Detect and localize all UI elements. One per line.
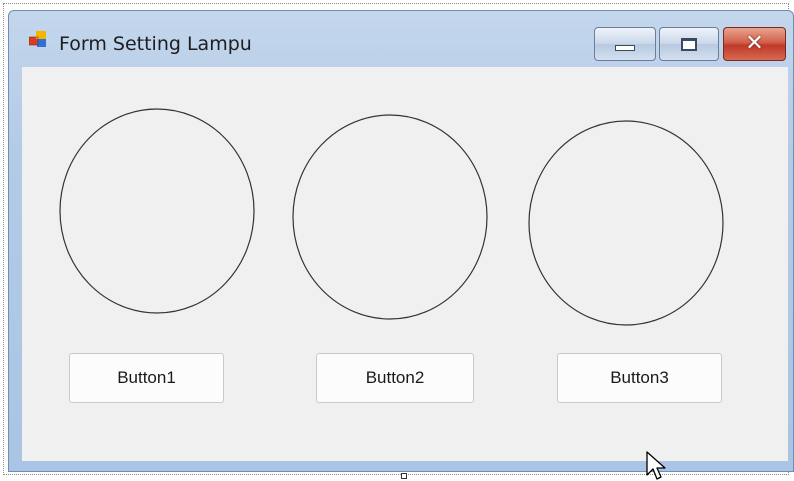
minimize-button[interactable] — [594, 27, 656, 61]
title-bar[interactable]: Form Setting Lampu ✕ — [9, 11, 793, 67]
form-window: Form Setting Lampu ✕ Button1 Button2 But… — [8, 10, 794, 472]
close-icon: ✕ — [745, 31, 764, 56]
button-1[interactable]: Button1 — [69, 353, 224, 403]
lamp-1-circle — [59, 108, 255, 314]
button-2[interactable]: Button2 — [316, 353, 474, 403]
resize-handle[interactable] — [401, 473, 407, 479]
mouse-cursor-icon — [646, 451, 666, 480]
maximize-button[interactable] — [659, 27, 719, 61]
lamp-3-circle — [528, 120, 724, 326]
window-title: Form Setting Lampu — [59, 33, 252, 55]
maximize-icon — [681, 37, 697, 51]
lamp-2-circle — [292, 114, 488, 320]
close-button[interactable]: ✕ — [723, 27, 786, 61]
form-app-icon — [29, 31, 46, 47]
button-3[interactable]: Button3 — [557, 353, 722, 403]
form-client-area: Button1 Button2 Button3 — [22, 67, 788, 461]
minimize-icon — [615, 45, 635, 51]
